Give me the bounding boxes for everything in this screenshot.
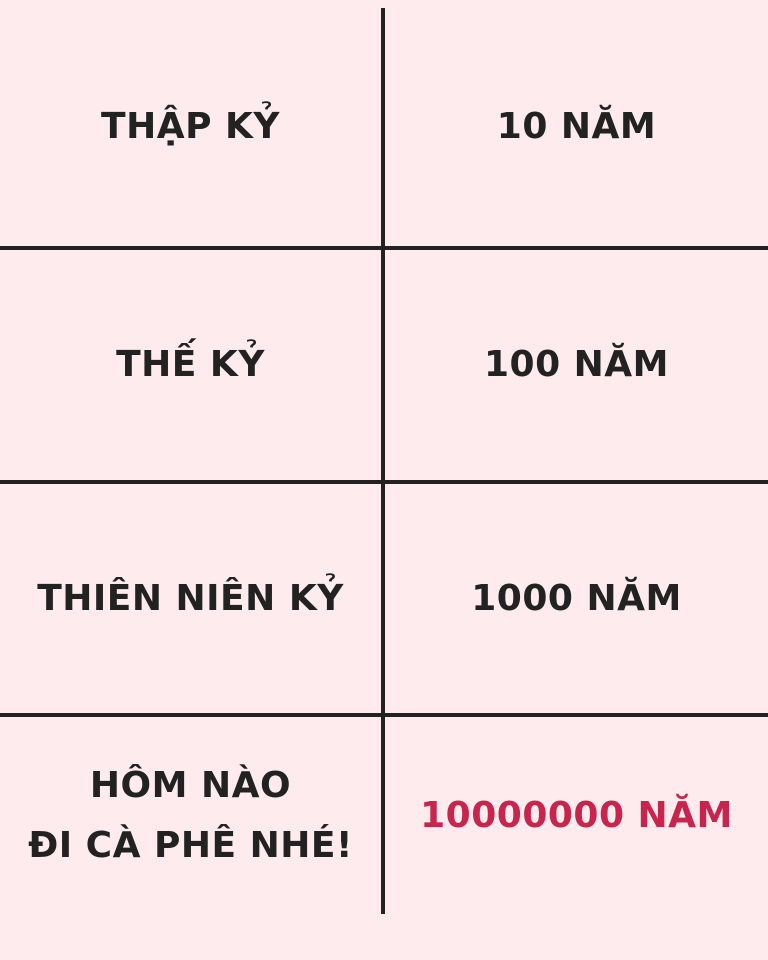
term-text-line-2: ĐI CÀ PHÊ NHÉ! — [28, 824, 353, 866]
value-text: 100 NĂM — [484, 344, 669, 386]
value-cell-coffee: 10000000 NĂM — [385, 717, 768, 914]
value-cell-millennium: 1000 NĂM — [385, 484, 768, 713]
value-cell-decade: 10 NĂM — [385, 8, 768, 246]
term-cell-decade: THẬP KỶ — [0, 8, 381, 246]
value-text: 10 NĂM — [496, 106, 657, 148]
term-text: THẾ KỶ — [116, 344, 265, 386]
term-text: THIÊN NIÊN KỶ — [37, 577, 344, 619]
term-cell-coffee: HÔM NÀO ĐI CÀ PHÊ NHÉ! — [0, 717, 381, 914]
value-cell-century: 100 NĂM — [385, 250, 768, 480]
term-text: THẬP KỶ — [101, 106, 280, 148]
term-multiline: HÔM NÀO ĐI CÀ PHÊ NHÉ! — [10, 765, 371, 866]
value-text: 1000 NĂM — [471, 577, 682, 619]
term-text-line-1: HÔM NÀO — [89, 765, 292, 807]
term-cell-century: THẾ KỶ — [0, 250, 381, 480]
comparison-grid: THẬP KỶ 10 NĂM THẾ KỶ 100 NĂM THIÊN NIÊN… — [0, 0, 768, 960]
value-text-accent: 10000000 NĂM — [420, 794, 733, 836]
term-cell-millennium: THIÊN NIÊN KỶ — [0, 484, 381, 713]
